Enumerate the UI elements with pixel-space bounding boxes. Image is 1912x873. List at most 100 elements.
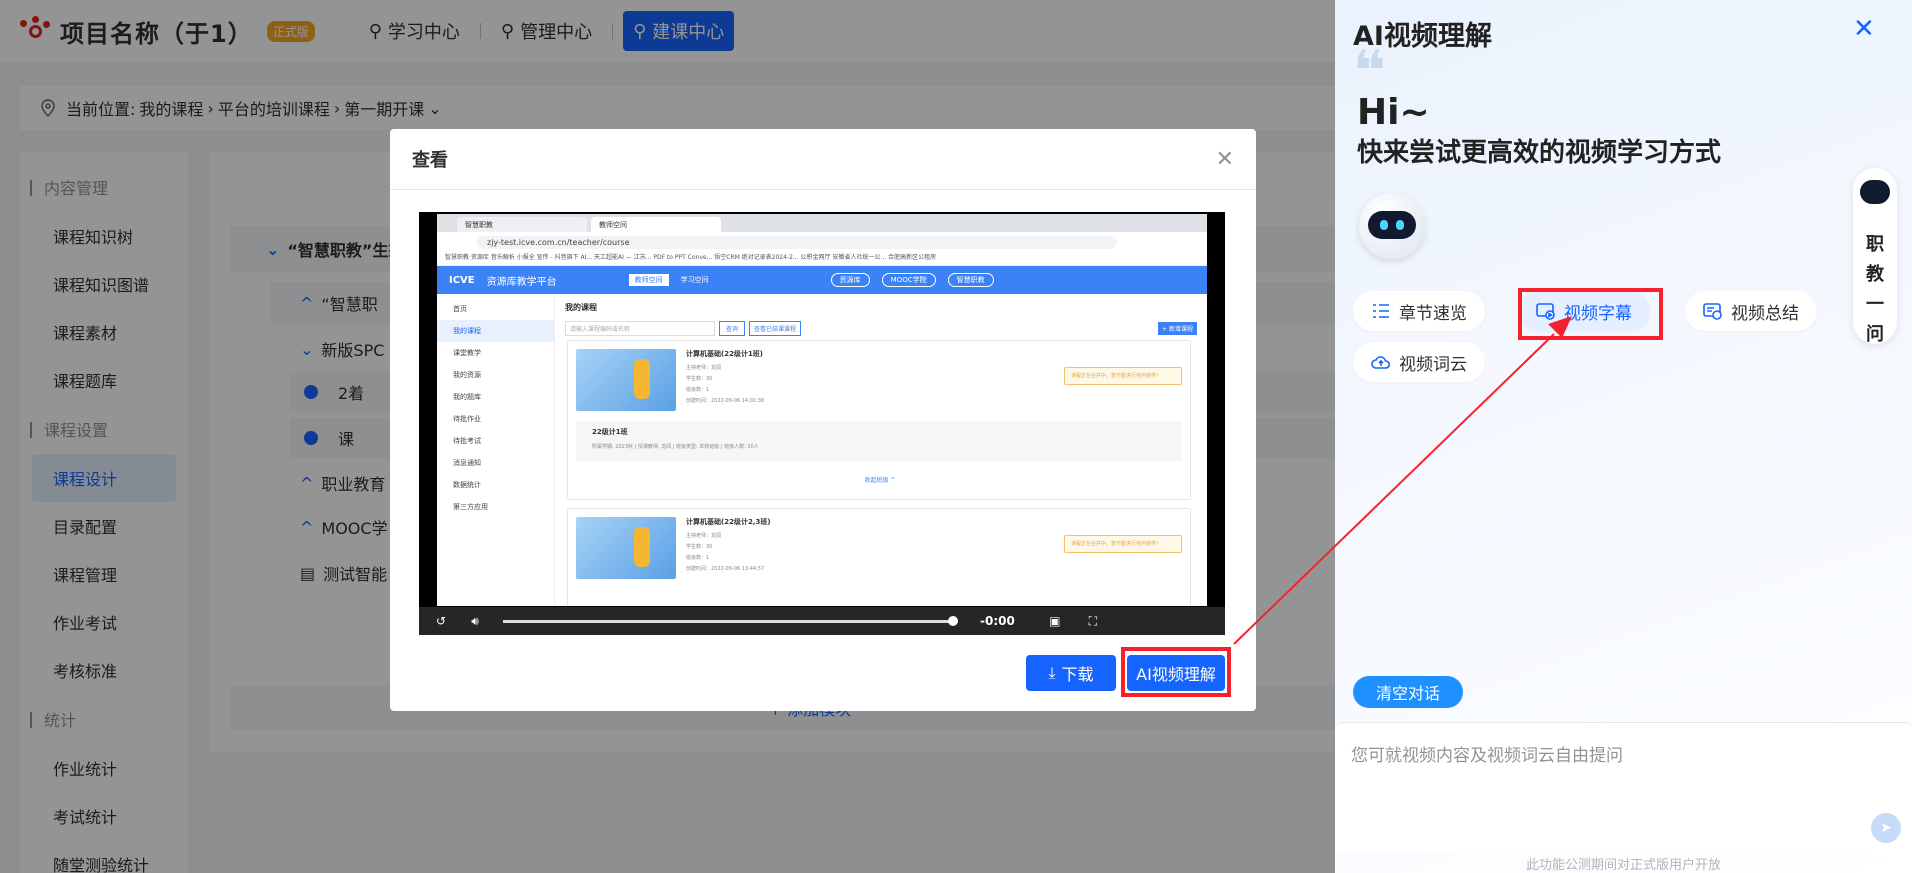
quote-icon: ❝ [1353,39,1386,104]
subtitle-icon [1536,303,1555,320]
meta-line: 班级数：1 [686,387,710,393]
platform-body: 首页 我的课程 课堂教学 我的资源 我的题库 待批作业 待批考试 消息通知 数据… [437,294,1207,606]
chip-video-summary[interactable]: 视频总结 [1685,291,1817,331]
platform-pill: 资源库 [830,273,870,287]
platform-tab: 学习空间 [680,276,709,284]
ai-panel: AI视频理解 ✕ ❝ Hi~ 快来尝试更高效的视频学习方式 章节速览 视频字幕 … [1335,0,1912,873]
search-row: 请输入课程编码或名称 查询 查看已结课课程 + 新增课程 [565,321,1197,336]
meta-line: 创建时间：2022-09-06 13:44:57 [686,566,765,572]
float-char: 问 [1866,324,1884,345]
platform-side-menu: 首页 我的课程 课堂教学 我的资源 我的题库 待批作业 待批考试 消息通知 数据… [437,294,555,606]
course-card: 计算机基础(22级计2,3班) 主持老师：龙闻 学生数：30 班级数：1 创建时… [567,508,1191,606]
view-ended-button: 查看已结课课程 [749,321,802,336]
time-remaining: -0:00 [980,614,1015,628]
platform-pill: MOOC学院 [881,273,936,287]
platform-header: ICVE 资源库教学平台 教师空间 学习空间 资源库 MOOC学院 智慧职教 [437,266,1207,294]
close-icon[interactable]: ✕ [1216,147,1234,172]
platform-main: 我的课程 请输入课程编码或名称 查询 查看已结课课程 + 新增课程 计算机基础(… [555,294,1207,606]
meta-line: 学生数：30 [686,376,713,382]
picture-in-picture-icon[interactable]: ▣ [1043,614,1067,628]
send-icon[interactable]: ➤ [1871,813,1901,843]
download-icon: ⤓ [1048,663,1056,682]
new-course-button: + 新增课程 [1158,322,1197,335]
browser-bookmarks: 智慧职教·资源库 音乐解析 小报全 宣传 - 抖音旗下 AI... 天工超能AI… [437,252,1207,266]
meta-line: 主持老师：龙闻 [686,365,722,371]
question-input[interactable]: 您可就视频内容及视频词云自由提问 ➤ [1335,722,1912,854]
platform-tab: 教师空间 [628,274,669,286]
course-card: 计算机基础(22级计1班) 主持老师：龙闻 学生数：30 班级数：1 创建时间：… [567,340,1191,500]
slogan: 快来尝试更高效的视频学习方式 [1357,138,1722,168]
class-name: 22级计1班 [592,428,628,436]
modal-title: 查看 [412,150,448,171]
input-placeholder: 您可就视频内容及视频词云自由提问 [1351,746,1623,766]
meta-line: 主持老师：龙闻 [686,533,722,539]
chip-video-wordcloud[interactable]: 视频词云 [1353,342,1485,382]
modal-header: 查看 ✕ [390,129,1256,190]
fullscreen-icon[interactable]: ⛶ [1081,614,1105,629]
section-title: 我的课程 [565,303,597,312]
platform-title: 资源库教学平台 [486,276,557,288]
progress-fill [503,619,954,623]
video-player[interactable]: 智慧职教 教师空间 zjy-test.icve.com.cn/teacher/c… [419,212,1225,635]
menu-item: 首页 [453,305,467,313]
robot-mini-icon [1860,180,1890,204]
course-thumbnail [576,517,676,579]
browser-tab: 智慧职教 [457,217,587,232]
course-thumbnail [576,349,676,411]
icve-logo: ICVE [449,274,475,286]
chip-video-subtitles[interactable]: 视频字幕 [1518,291,1650,331]
menu-item: 我的资源 [453,371,481,379]
meta-line: 学生数：30 [686,544,713,550]
video-frame: 智慧职教 教师空间 zjy-test.icve.com.cn/teacher/c… [437,214,1207,606]
float-char: 职 [1866,234,1884,255]
close-icon[interactable]: ✕ [1853,14,1875,44]
search-button: 查询 [719,321,746,336]
browser-tab: 教师空间 [591,217,721,232]
meta-line: 创建时间：2022-09-06 14:01:38 [686,398,765,404]
replay-icon[interactable]: ↺ [429,614,453,628]
volume-icon[interactable]: 🔊︎ [463,614,487,629]
clear-label: 清空对话 [1375,684,1440,703]
browser-tabs: 智慧职教 教师空间 [437,214,1207,232]
float-char: 一 [1866,294,1884,315]
course-meta: 主持老师：龙闻 学生数：30 班级数：1 创建时间：2022-09-06 13:… [686,531,764,575]
menu-item: 数据统计 [453,481,481,489]
summary-icon [1703,303,1722,320]
ask-assistant-float[interactable]: 职 教 一 问 [1853,168,1897,345]
progress-handle[interactable] [948,615,959,626]
robot-avatar-icon [1359,193,1425,259]
platform-pill: 智慧职教 [947,273,994,287]
float-label: 职 教 一 问 [1865,230,1885,350]
chip-label: 视频总结 [1731,303,1799,324]
chip-label: 视频词云 [1399,354,1467,375]
merge-warning: 课程正在合并中，暂不能进行任何操作！ [1064,535,1182,553]
footnote: 此功能公测期间对正式版用户开放 [1525,858,1721,873]
course-title: 计算机基础(22级计2,3班) [686,518,771,526]
chip-chapter-overview[interactable]: 章节速览 [1353,291,1485,331]
browser-address-bar: zjy-test.icve.com.cn/teacher/course [437,232,1207,252]
progress-bar[interactable] [503,615,959,626]
menu-item: 待批考试 [453,437,481,445]
collapse-link: 收起班级 ^ [864,477,896,484]
search-input: 请输入课程编码或名称 [565,321,715,336]
chip-label: 章节速览 [1399,303,1467,324]
float-char: 教 [1866,264,1884,285]
cloud-icon [1371,356,1391,369]
class-meta: 所属学期: 2023秋 | 授课教师: 龙闻 | 班级类型: 本校班级 | 班级… [592,444,759,450]
view-modal: 查看 ✕ 智慧职教 教师空间 zjy-test.icve.com.cn/teac… [390,129,1256,711]
greeting: Hi~ [1357,92,1430,133]
clear-conversation-button[interactable]: 清空对话 [1353,676,1463,708]
video-controls: ↺ 🔊︎ -0:00 ▣ ⛶ [419,607,1225,635]
menu-item: 我的课程 [437,320,554,342]
download-button[interactable]: ⤓ 下载 [1026,655,1116,691]
download-label: 下载 [1061,665,1094,684]
list-icon [1373,304,1389,318]
menu-item: 我的题库 [453,393,481,401]
menu-item: 课堂教学 [453,349,481,357]
meta-line: 班级数：1 [686,555,710,561]
class-row: 22级计1班 所属学期: 2023秋 | 授课教师: 龙闻 | 班级类型: 本校… [576,421,1182,461]
menu-item: 待批作业 [453,415,481,423]
menu-item: 消息通知 [453,459,481,467]
ai-video-understanding-button[interactable]: AI视频理解 [1127,655,1225,691]
browser-url: zjy-test.icve.com.cn/teacher/course [477,235,1117,249]
